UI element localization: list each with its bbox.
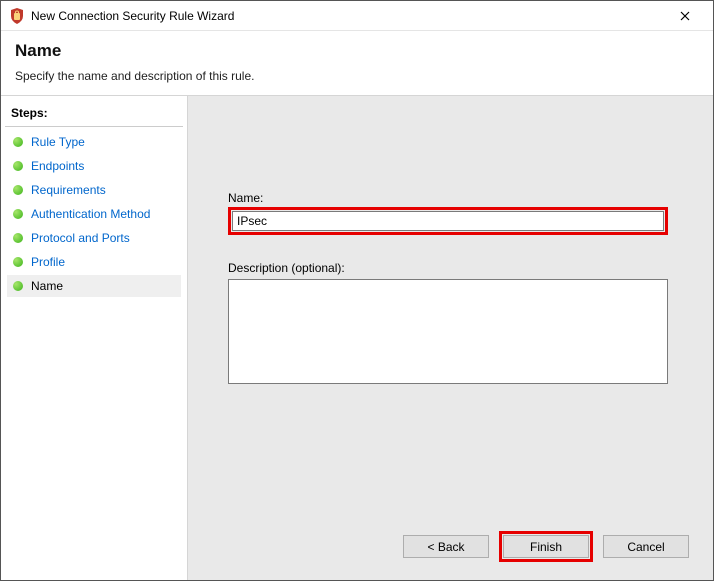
step-label: Endpoints: [31, 159, 84, 173]
finish-button[interactable]: Finish: [503, 535, 589, 558]
step-rule-type[interactable]: Rule Type: [7, 131, 181, 153]
step-label: Protocol and Ports: [31, 231, 130, 245]
step-label: Rule Type: [31, 135, 85, 149]
bullet-icon: [13, 137, 23, 147]
step-name[interactable]: Name: [7, 275, 181, 297]
step-label: Requirements: [31, 183, 106, 197]
wizard-window: New Connection Security Rule Wizard Name…: [0, 0, 714, 581]
form-section: Name: Description (optional):: [228, 191, 683, 387]
bullet-icon: [13, 233, 23, 243]
description-textarea[interactable]: [228, 279, 668, 384]
cancel-button[interactable]: Cancel: [603, 535, 689, 558]
name-highlight: [228, 207, 668, 235]
steps-heading: Steps:: [5, 102, 183, 127]
name-label: Name:: [228, 191, 683, 205]
page-heading: Name: [15, 41, 699, 61]
step-label: Profile: [31, 255, 65, 269]
button-row: < Back Finish Cancel: [403, 531, 689, 562]
bullet-icon: [13, 161, 23, 171]
description-label: Description (optional):: [228, 261, 683, 275]
main-panel: Name: Description (optional): < Back Fin…: [188, 96, 713, 580]
back-button[interactable]: < Back: [403, 535, 489, 558]
step-profile[interactable]: Profile: [7, 251, 181, 273]
step-authentication-method[interactable]: Authentication Method: [7, 203, 181, 225]
page-subtitle: Specify the name and description of this…: [15, 69, 699, 83]
step-requirements[interactable]: Requirements: [7, 179, 181, 201]
app-icon: [9, 8, 25, 24]
step-protocol-and-ports[interactable]: Protocol and Ports: [7, 227, 181, 249]
bullet-icon: [13, 257, 23, 267]
body-area: Steps: Rule Type Endpoints Requirements …: [1, 96, 713, 580]
name-input[interactable]: [232, 211, 664, 231]
finish-highlight: Finish: [499, 531, 593, 562]
bullet-icon: [13, 185, 23, 195]
steps-panel: Steps: Rule Type Endpoints Requirements …: [1, 96, 188, 580]
step-endpoints[interactable]: Endpoints: [7, 155, 181, 177]
close-button[interactable]: [665, 2, 705, 30]
step-label: Authentication Method: [31, 207, 150, 221]
step-label: Name: [31, 279, 63, 293]
window-title: New Connection Security Rule Wizard: [31, 9, 665, 23]
bullet-icon: [13, 281, 23, 291]
titlebar: New Connection Security Rule Wizard: [1, 1, 713, 31]
header-area: Name Specify the name and description of…: [1, 31, 713, 96]
bullet-icon: [13, 209, 23, 219]
